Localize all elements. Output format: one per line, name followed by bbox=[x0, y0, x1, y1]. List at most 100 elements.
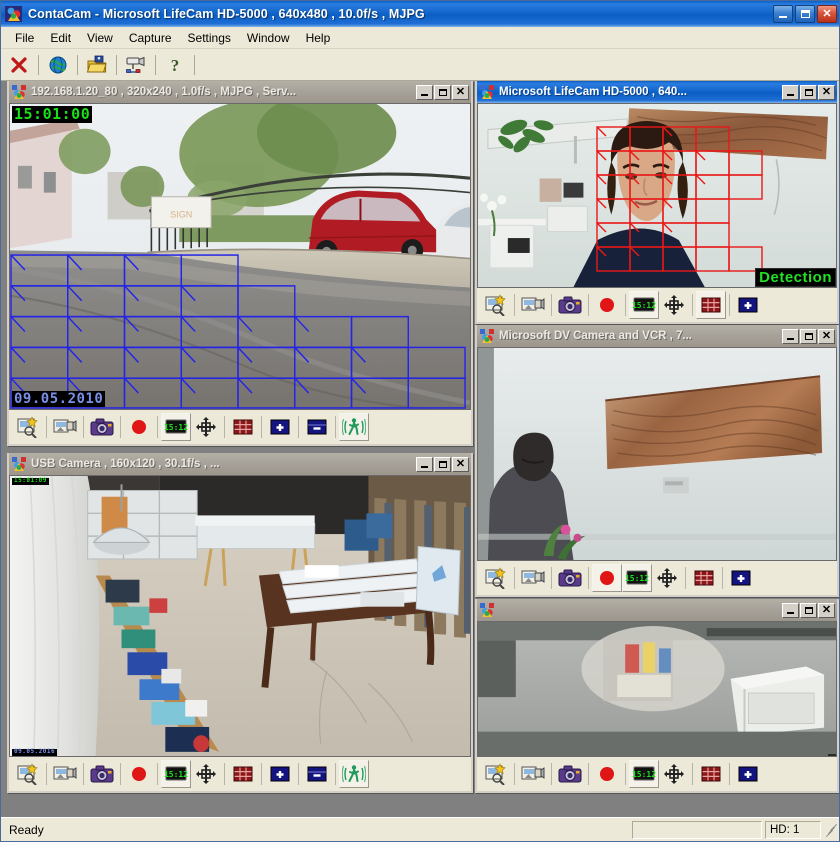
window-title: ContaCam - Microsoft LifeCam HD-5000 , 6… bbox=[28, 7, 773, 21]
snapshot-button[interactable] bbox=[87, 413, 117, 441]
zoom-in-button[interactable] bbox=[265, 413, 295, 441]
zoom-in-button[interactable] bbox=[265, 760, 295, 788]
open-folder-icon[interactable] bbox=[82, 52, 112, 78]
camera-settings-wizard-button[interactable] bbox=[13, 760, 43, 788]
camera-maximize-button[interactable] bbox=[800, 603, 817, 618]
camera-toolbar: 15:12 bbox=[477, 757, 837, 791]
motion-detection-grid-overlay bbox=[10, 254, 470, 409]
globe-icon[interactable] bbox=[43, 52, 73, 78]
camera-close-button[interactable]: ✕ bbox=[818, 329, 835, 344]
zoom-in-button[interactable] bbox=[726, 564, 756, 592]
snapshot-button[interactable] bbox=[555, 564, 585, 592]
osd-time-button[interactable]: 15:12 bbox=[161, 413, 191, 441]
menu-item-capture[interactable]: Capture bbox=[121, 29, 180, 47]
motion-detection-button[interactable] bbox=[339, 413, 369, 441]
detection-grid-button[interactable] bbox=[696, 291, 726, 319]
camera-window-usb-camera[interactable]: ✕ bbox=[475, 599, 839, 793]
motion-detection-button[interactable] bbox=[339, 760, 369, 788]
detection-grid-button[interactable] bbox=[689, 564, 719, 592]
video-properties-button[interactable] bbox=[518, 760, 548, 788]
move-zone-button[interactable] bbox=[659, 291, 689, 319]
osd-time-button[interactable]: 15:12 bbox=[161, 760, 191, 788]
contacam-application-window: ContaCam - Microsoft LifeCam HD-5000 , 6… bbox=[0, 0, 840, 842]
camera-close-button[interactable]: ✕ bbox=[452, 85, 469, 100]
maximize-button[interactable] bbox=[795, 5, 815, 23]
menu-item-settings[interactable]: Settings bbox=[180, 29, 239, 47]
move-zone-button[interactable] bbox=[191, 413, 221, 441]
record-button[interactable] bbox=[124, 760, 154, 788]
camera-titlebar[interactable]: ✕ bbox=[477, 599, 837, 621]
menu-item-help[interactable]: Help bbox=[298, 29, 339, 47]
video-properties-button[interactable] bbox=[518, 291, 548, 319]
camera-settings-wizard-button[interactable] bbox=[481, 564, 511, 592]
detection-grid-button[interactable] bbox=[228, 413, 258, 441]
camera-titlebar[interactable]: 192.168.1.20_80 , 320x240 , 1.0f/s , MJP… bbox=[9, 81, 471, 103]
menu-item-edit[interactable]: Edit bbox=[42, 29, 79, 47]
video-properties-button[interactable] bbox=[50, 413, 80, 441]
camera-titlebar[interactable]: Microsoft LifeCam HD-5000 , 640... ✕ bbox=[477, 81, 837, 103]
video-scene-usb-lowres-room bbox=[478, 622, 836, 756]
camera-close-button[interactable]: ✕ bbox=[818, 603, 835, 618]
zoom-in-button[interactable] bbox=[733, 760, 763, 788]
camera-window-192-168-1-23[interactable]: USB Camera , 160x120 , 30.1f/s , ... ✕ bbox=[7, 453, 473, 793]
camera-titlebar[interactable]: USB Camera , 160x120 , 30.1f/s , ... ✕ bbox=[9, 453, 471, 475]
camera-video-view[interactable] bbox=[477, 347, 837, 561]
record-button[interactable] bbox=[592, 564, 622, 592]
record-button[interactable] bbox=[592, 760, 622, 788]
camera-close-button[interactable]: ✕ bbox=[452, 457, 469, 472]
minimize-button[interactable] bbox=[773, 5, 793, 23]
camera-titlebar[interactable]: Microsoft DV Camera and VCR , 7... ✕ bbox=[477, 325, 837, 347]
move-zone-button[interactable] bbox=[191, 760, 221, 788]
camera-minimize-button[interactable] bbox=[782, 329, 799, 344]
detection-grid-button[interactable] bbox=[228, 760, 258, 788]
camera-video-view[interactable]: Detection bbox=[477, 103, 837, 288]
camera-minimize-button[interactable] bbox=[416, 457, 433, 472]
close-button[interactable]: ✕ bbox=[817, 5, 837, 23]
camera-window-lifecam-hd5000[interactable]: Microsoft LifeCam HD-5000 , 640... ✕ bbox=[475, 81, 839, 324]
camera-video-view[interactable]: 15:01:09 09.05.2016 bbox=[9, 475, 471, 757]
toolbar-separator bbox=[116, 55, 117, 75]
close-all-icon[interactable] bbox=[4, 52, 34, 78]
menu-item-file[interactable]: File bbox=[7, 29, 42, 47]
menu-item-view[interactable]: View bbox=[79, 29, 121, 47]
help-question-icon[interactable]: ? bbox=[160, 52, 190, 78]
menu-item-window[interactable]: Window bbox=[239, 29, 298, 47]
osd-time-button[interactable]: 15:12 bbox=[629, 291, 659, 319]
camera-maximize-button[interactable] bbox=[800, 85, 817, 100]
osd-time-button[interactable]: 15:12 bbox=[629, 760, 659, 788]
resize-grip[interactable] bbox=[823, 823, 837, 837]
camera-window-title: Microsoft DV Camera and VCR , 7... bbox=[499, 330, 782, 342]
zoom-out-button[interactable] bbox=[302, 760, 332, 788]
record-button[interactable] bbox=[124, 413, 154, 441]
camera-window-controls: ✕ bbox=[782, 329, 835, 344]
osd-time-button[interactable]: 15:12 bbox=[622, 564, 652, 592]
camera-minimize-button[interactable] bbox=[782, 603, 799, 618]
camera-window-title: Microsoft LifeCam HD-5000 , 640... bbox=[499, 86, 782, 98]
camera-window-dv-camera-vcr[interactable]: Microsoft DV Camera and VCR , 7... ✕ bbox=[475, 325, 839, 597]
camera-settings-wizard-button[interactable] bbox=[481, 291, 511, 319]
network-camera-icon[interactable] bbox=[121, 52, 151, 78]
video-properties-button[interactable] bbox=[50, 760, 80, 788]
detection-grid-button[interactable] bbox=[696, 760, 726, 788]
zoom-in-button[interactable] bbox=[733, 291, 763, 319]
camera-minimize-button[interactable] bbox=[416, 85, 433, 100]
camera-maximize-button[interactable] bbox=[434, 457, 451, 472]
zoom-out-button[interactable] bbox=[302, 413, 332, 441]
camera-maximize-button[interactable] bbox=[434, 85, 451, 100]
camera-window-192-168-1-20[interactable]: 192.168.1.20_80 , 320x240 , 1.0f/s , MJP… bbox=[7, 81, 473, 446]
camera-minimize-button[interactable] bbox=[782, 85, 799, 100]
camera-close-button[interactable]: ✕ bbox=[818, 85, 835, 100]
snapshot-button[interactable] bbox=[87, 760, 117, 788]
snapshot-button[interactable] bbox=[555, 760, 585, 788]
camera-video-view[interactable] bbox=[477, 621, 837, 757]
move-zone-button[interactable] bbox=[659, 760, 689, 788]
snapshot-button[interactable] bbox=[555, 291, 585, 319]
video-properties-button[interactable] bbox=[518, 564, 548, 592]
camera-settings-wizard-button[interactable] bbox=[481, 760, 511, 788]
move-zone-button[interactable] bbox=[652, 564, 682, 592]
camera-maximize-button[interactable] bbox=[800, 329, 817, 344]
camera-window-icon bbox=[480, 329, 495, 344]
camera-settings-wizard-button[interactable] bbox=[13, 413, 43, 441]
camera-video-view[interactable]: SIGN bbox=[9, 103, 471, 410]
record-button[interactable] bbox=[592, 291, 622, 319]
